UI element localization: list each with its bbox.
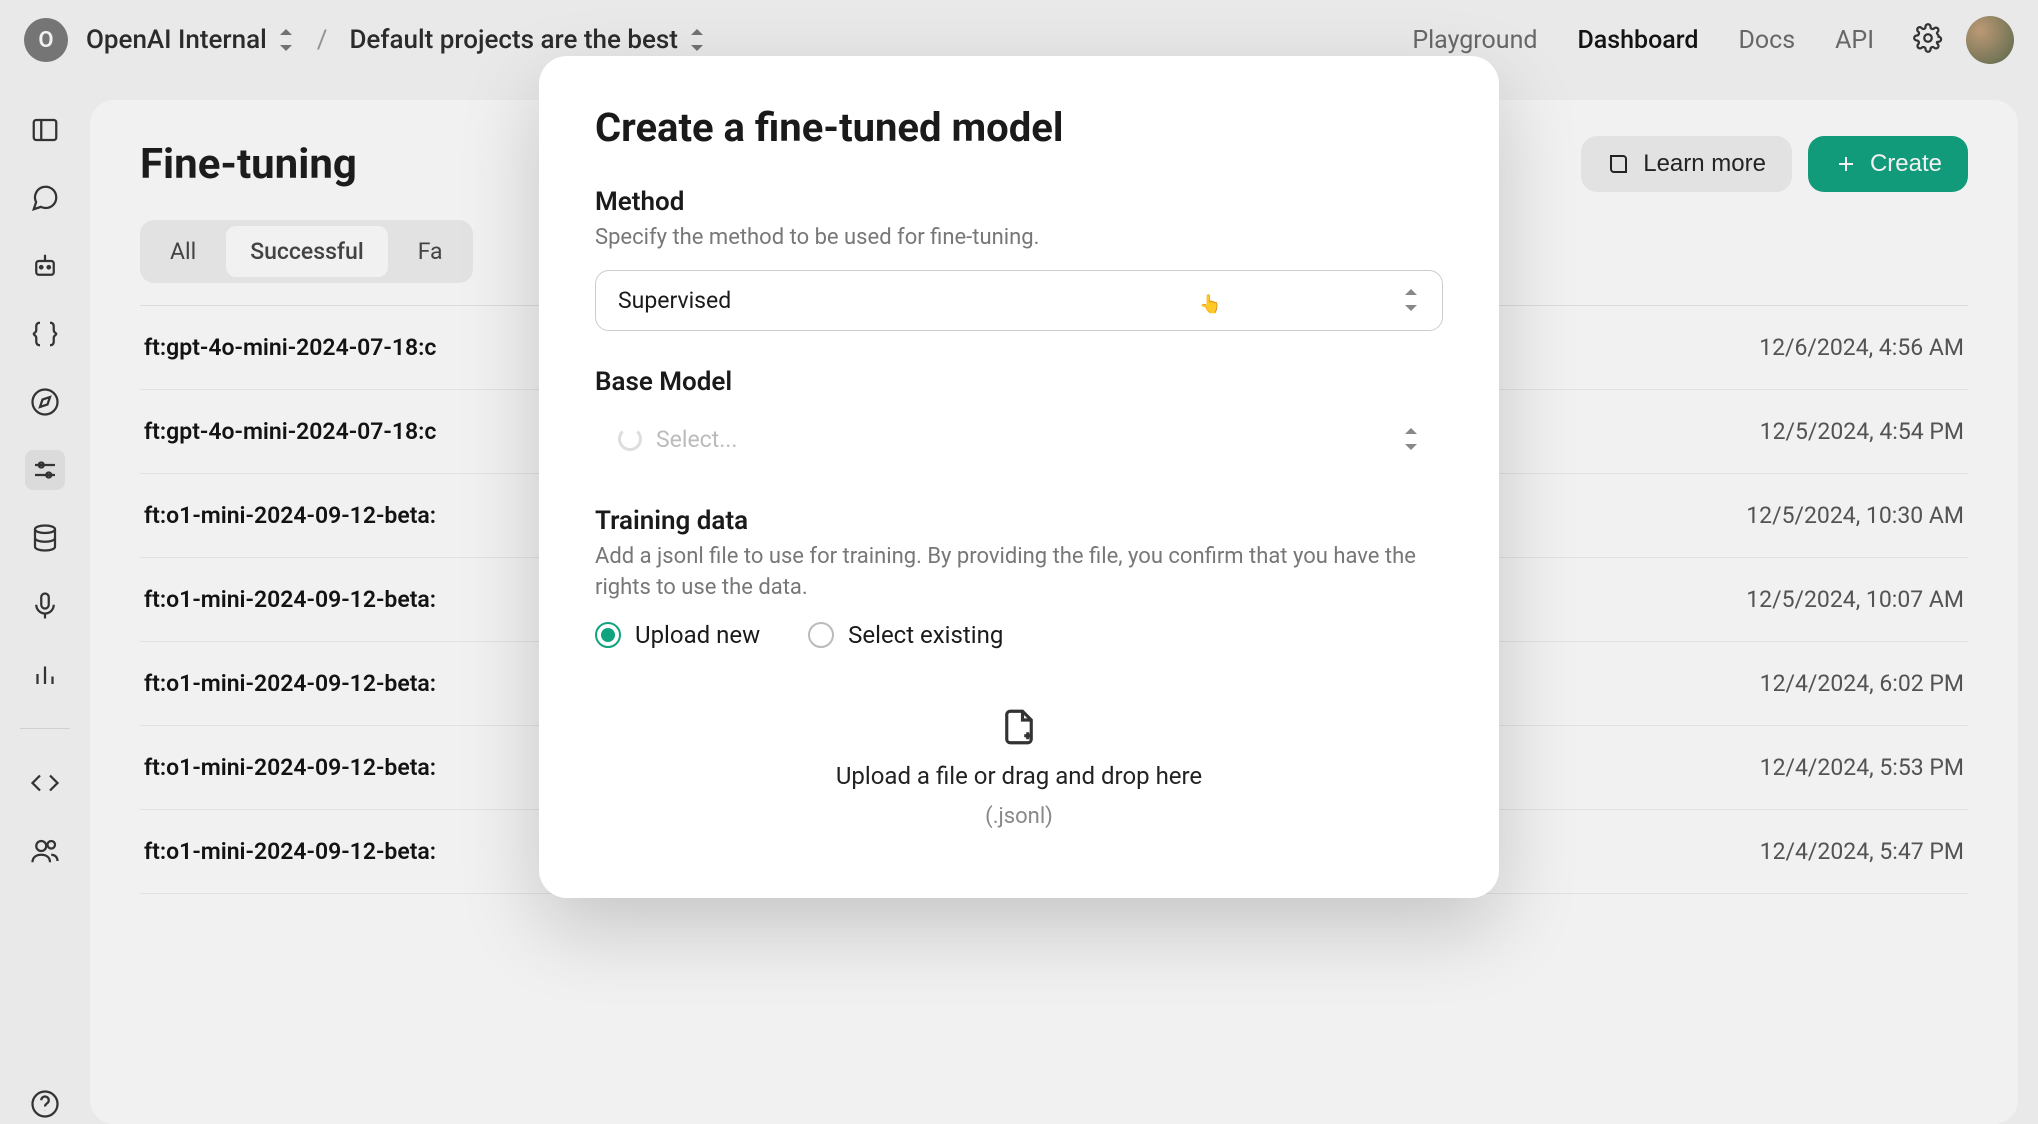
org-avatar[interactable]: O — [24, 18, 68, 62]
nav-fine-tuning[interactable] — [25, 450, 65, 490]
page-title: Fine-tuning — [140, 140, 357, 189]
gear-icon — [1913, 23, 1943, 57]
job-timestamp: 12/6/2024, 4:56 AM — [1759, 334, 1964, 361]
book-icon — [1607, 152, 1631, 176]
code-icon — [30, 768, 60, 798]
base-model-placeholder: Select... — [656, 426, 737, 453]
loading-spinner-icon — [618, 427, 642, 451]
top-nav: Playground Dashboard Docs API — [1412, 26, 1874, 55]
chat-icon — [30, 183, 60, 213]
learn-more-label: Learn more — [1643, 150, 1766, 178]
nav-team[interactable] — [25, 831, 65, 871]
method-value: Supervised — [618, 287, 731, 314]
nav-dashboard[interactable]: Dashboard — [1577, 26, 1698, 55]
training-data-label: Training data — [595, 506, 1443, 536]
chevron-up-down-icon — [1402, 289, 1420, 311]
create-button[interactable]: Create — [1808, 136, 1968, 192]
job-timestamp: 12/4/2024, 5:53 PM — [1760, 754, 1964, 781]
braces-icon — [30, 319, 60, 349]
nav-help[interactable] — [25, 1084, 65, 1124]
compass-icon — [30, 387, 60, 417]
select-existing-label: Select existing — [848, 621, 1003, 649]
method-label: Method — [595, 187, 1443, 217]
nav-playground[interactable]: Playground — [1412, 26, 1537, 55]
users-icon — [30, 836, 60, 866]
nav-audio[interactable] — [25, 586, 65, 626]
bar-chart-icon — [30, 659, 60, 689]
help-icon — [30, 1089, 60, 1119]
base-model-select[interactable]: Select... — [595, 409, 1443, 470]
project-name: Default projects are the best — [349, 25, 677, 55]
dropzone-hint: (.jsonl) — [985, 804, 1053, 829]
method-description: Specify the method to be used for fine-t… — [595, 223, 1443, 254]
nav-api[interactable]: API — [1835, 26, 1874, 55]
tab-all[interactable]: All — [146, 226, 220, 277]
org-switcher[interactable]: OpenAI Internal — [86, 25, 295, 55]
training-data-description: Add a jsonl file to use for training. By… — [595, 542, 1443, 604]
nav-usage[interactable] — [25, 654, 65, 694]
upload-new-label: Upload new — [635, 621, 760, 649]
settings-button[interactable] — [1908, 20, 1948, 60]
breadcrumb-separator: / — [317, 25, 328, 55]
nav-explore[interactable] — [25, 382, 65, 422]
robot-icon — [30, 251, 60, 281]
job-timestamp: 12/5/2024, 10:30 AM — [1746, 502, 1964, 529]
job-name: ft:o1-mini-2024-09-12-beta: — [144, 838, 436, 865]
job-name: ft:gpt-4o-mini-2024-07-18:c — [144, 334, 436, 361]
user-avatar[interactable] — [1966, 16, 2014, 64]
modal-title: Create a fine-tuned model — [595, 104, 1443, 151]
job-name: ft:o1-mini-2024-09-12-beta: — [144, 754, 436, 781]
left-rail — [0, 80, 90, 1124]
radio-unchecked-icon — [808, 622, 834, 648]
job-timestamp: 12/5/2024, 4:54 PM — [1760, 418, 1964, 445]
file-plus-icon — [998, 706, 1040, 748]
panel-left-icon — [30, 115, 60, 145]
create-label: Create — [1870, 150, 1942, 178]
org-name: OpenAI Internal — [86, 25, 267, 55]
nav-assistants[interactable] — [25, 246, 65, 286]
file-dropzone[interactable]: Upload a file or drag and drop here (.js… — [595, 677, 1443, 838]
learn-more-button[interactable]: Learn more — [1581, 136, 1792, 192]
chevron-up-down-icon — [688, 29, 706, 51]
chevron-up-down-icon — [1402, 428, 1420, 450]
nav-storage[interactable] — [25, 518, 65, 558]
job-timestamp: 12/4/2024, 6:02 PM — [1760, 670, 1964, 697]
plus-icon — [1834, 152, 1858, 176]
create-model-modal: Create a fine-tuned model Method Specify… — [539, 56, 1499, 898]
job-name: ft:o1-mini-2024-09-12-beta: — [144, 670, 436, 697]
dropzone-text: Upload a file or drag and drop here — [836, 762, 1202, 790]
select-existing-radio[interactable]: Select existing — [808, 621, 1003, 649]
job-timestamp: 12/5/2024, 10:07 AM — [1746, 586, 1964, 613]
nav-completions[interactable] — [25, 314, 65, 354]
nav-chat[interactable] — [25, 178, 65, 218]
nav-docs[interactable]: Docs — [1738, 26, 1795, 55]
upload-new-radio[interactable]: Upload new — [595, 621, 760, 649]
tab-failed[interactable]: Fa — [394, 226, 467, 277]
job-timestamp: 12/4/2024, 5:47 PM — [1760, 838, 1964, 865]
job-name: ft:gpt-4o-mini-2024-07-18:c — [144, 418, 436, 445]
sliders-icon — [30, 455, 60, 485]
job-name: ft:o1-mini-2024-09-12-beta: — [144, 502, 436, 529]
method-select[interactable]: Supervised — [595, 270, 1443, 331]
tab-successful[interactable]: Successful — [226, 226, 388, 277]
cursor-icon: 👆 — [1199, 294, 1221, 315]
project-switcher[interactable]: Default projects are the best — [349, 25, 705, 55]
nav-code[interactable] — [25, 763, 65, 803]
sidebar-toggle[interactable] — [25, 110, 65, 150]
status-tabs: All Successful Fa — [140, 220, 473, 283]
chevron-up-down-icon — [277, 29, 295, 51]
job-name: ft:o1-mini-2024-09-12-beta: — [144, 586, 436, 613]
database-icon — [30, 523, 60, 553]
radio-checked-icon — [595, 622, 621, 648]
microphone-icon — [30, 591, 60, 621]
base-model-label: Base Model — [595, 367, 1443, 397]
